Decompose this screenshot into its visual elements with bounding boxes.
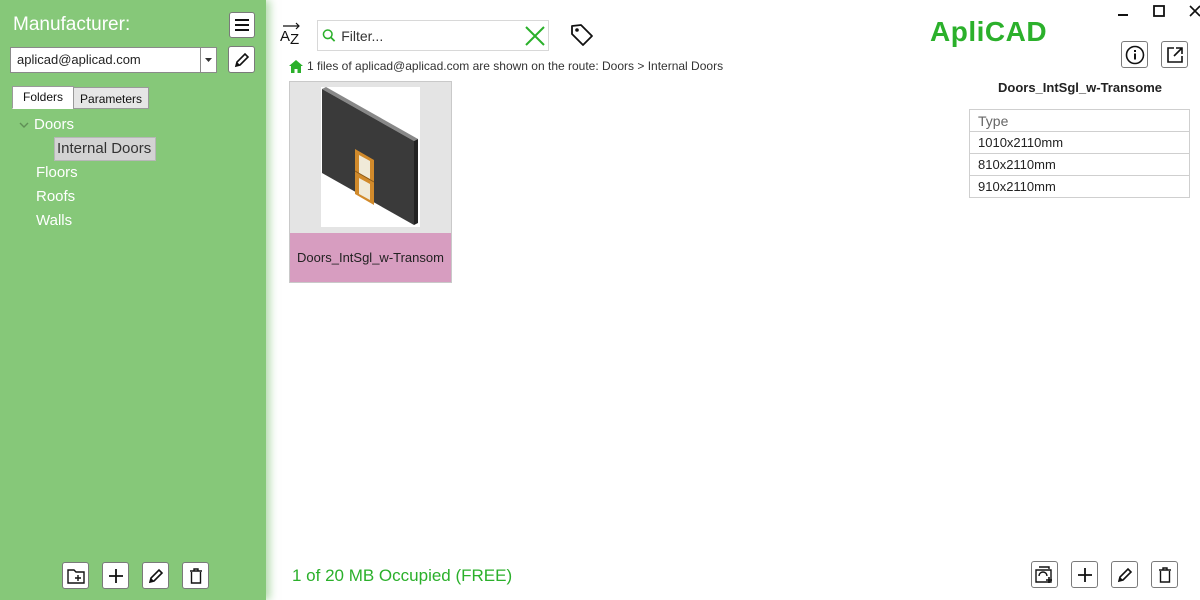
tree-item-label: Floors xyxy=(36,164,78,181)
stack-plus-icon xyxy=(1034,565,1052,583)
search-icon xyxy=(322,28,336,42)
tree-item-floors[interactable]: Floors xyxy=(36,161,156,185)
filter-field xyxy=(317,20,549,51)
delete-folder-button[interactable] xyxy=(182,562,209,589)
sort-button[interactable]: A Z xyxy=(279,22,305,50)
type-table: Type 1010x2110mm 810x2110mm 910x2110mm xyxy=(969,109,1190,198)
tree-item-roofs[interactable]: Roofs xyxy=(36,185,156,209)
edit-manufacturer-button[interactable] xyxy=(228,46,255,73)
folder-actions xyxy=(62,562,209,589)
close-icon xyxy=(525,25,545,46)
info-icon xyxy=(1125,45,1144,64)
edit-folder-button[interactable] xyxy=(142,562,169,589)
file-actions xyxy=(1031,561,1178,588)
trash-icon xyxy=(189,567,202,584)
add-button[interactable] xyxy=(102,562,129,589)
column-header-type: Type xyxy=(969,109,1190,132)
door-wall-preview-icon xyxy=(322,87,418,225)
delete-file-button[interactable] xyxy=(1151,561,1178,588)
tree-item-label: Roofs xyxy=(36,188,76,205)
sort-az-icon: A Z xyxy=(280,22,300,48)
sidebar: Manufacturer: aplicad@aplicad.com Folder… xyxy=(0,0,266,600)
file-card[interactable]: Doors_IntSgl_w-Transom xyxy=(289,81,452,283)
maximize-button[interactable] xyxy=(1148,2,1170,20)
manufacturer-label: Manufacturer: xyxy=(13,14,131,35)
route-text: 1 files of aplicad@aplicad.com are shown… xyxy=(307,59,724,73)
sidebar-tabs: Folders Parameters xyxy=(12,86,150,109)
menu-button[interactable] xyxy=(229,12,255,38)
manufacturer-select[interactable]: aplicad@aplicad.com xyxy=(10,47,217,73)
folder-tree: Doors Internal Doors Floors Roofs Walls xyxy=(14,113,157,233)
open-external-button[interactable] xyxy=(1161,41,1188,68)
trash-icon xyxy=(1158,566,1171,583)
folder-plus-icon xyxy=(66,568,85,584)
app-logo: ApliCAD xyxy=(930,16,1048,47)
table-row[interactable]: 810x2110mm xyxy=(969,153,1190,176)
chevron-down-icon[interactable] xyxy=(14,122,34,128)
file-thumbnail xyxy=(321,87,420,227)
type-cell: 810x2110mm xyxy=(969,153,1190,176)
window-controls xyxy=(1112,2,1200,20)
table-row[interactable]: 910x2110mm xyxy=(969,175,1190,198)
storage-status: 1 of 20 MB Occupied (FREE) xyxy=(292,566,513,585)
file-name: Doors_IntSgl_w-Transom xyxy=(290,233,451,282)
close-window-button[interactable] xyxy=(1184,2,1200,20)
plus-icon xyxy=(1077,567,1092,582)
pencil-icon xyxy=(1117,567,1132,582)
home-icon[interactable] xyxy=(289,59,303,73)
type-cell: 1010x2110mm xyxy=(969,131,1190,154)
info-button[interactable] xyxy=(1121,41,1148,68)
manufacturer-select-value: aplicad@aplicad.com xyxy=(17,52,141,67)
maximize-icon xyxy=(1153,5,1165,17)
clear-filter-button[interactable] xyxy=(522,25,548,47)
detail-title: Doors_IntSgl_w-Transome xyxy=(998,80,1162,95)
hamburger-icon xyxy=(235,19,249,31)
app-window: Manufacturer: aplicad@aplicad.com Folder… xyxy=(0,0,1200,600)
tree-item-label: Doors xyxy=(34,116,75,133)
minimize-button[interactable] xyxy=(1112,2,1134,20)
new-folder-button[interactable] xyxy=(62,562,89,589)
type-cell: 910x2110mm xyxy=(969,175,1190,198)
add-file-button[interactable] xyxy=(1071,561,1098,588)
filter-input[interactable] xyxy=(337,21,523,50)
tree-item-internal-doors[interactable]: Internal Doors xyxy=(54,137,157,161)
table-header-row: Type xyxy=(969,109,1190,132)
external-link-icon xyxy=(1166,46,1183,63)
pencil-icon xyxy=(234,52,249,67)
dropdown-arrow-icon[interactable] xyxy=(200,48,216,72)
tree-item-label: Internal Doors xyxy=(54,137,157,161)
svg-text:Z: Z xyxy=(290,31,299,48)
tree-item-label: Walls xyxy=(36,212,73,229)
table-row[interactable]: 1010x2110mm xyxy=(969,131,1190,154)
tag-icon xyxy=(571,24,593,46)
tab-parameters[interactable]: Parameters xyxy=(73,87,150,109)
tag-button[interactable] xyxy=(569,22,595,48)
close-icon xyxy=(1189,5,1200,17)
svg-text:A: A xyxy=(280,28,290,45)
edit-file-button[interactable] xyxy=(1111,561,1138,588)
tree-item-doors[interactable]: Doors xyxy=(14,113,156,137)
tab-folders[interactable]: Folders xyxy=(12,86,75,109)
pencil-icon xyxy=(148,568,163,583)
minimize-icon xyxy=(1118,14,1128,16)
route-breadcrumb: 1 files of aplicad@aplicad.com are shown… xyxy=(289,59,723,73)
plus-icon xyxy=(108,568,123,583)
add-from-catalog-button[interactable] xyxy=(1031,561,1058,588)
tree-item-walls[interactable]: Walls xyxy=(36,209,156,233)
